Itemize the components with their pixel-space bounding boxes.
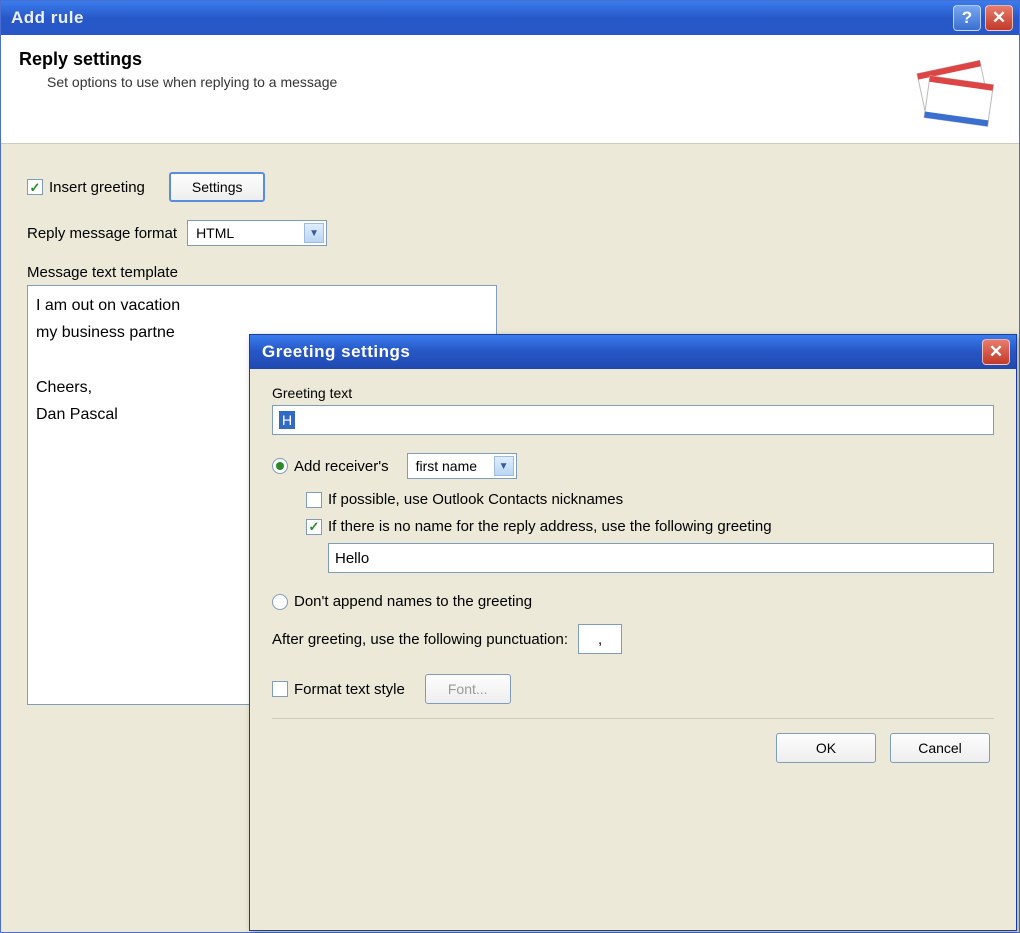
- outer-titlebar: Add rule ? ✕: [1, 1, 1019, 35]
- chevron-down-icon: ▼: [494, 456, 514, 476]
- add-receivers-radio[interactable]: [272, 458, 288, 474]
- greeting-text-value: H: [279, 411, 295, 429]
- nicknames-label: If possible, use Outlook Contacts nickna…: [328, 491, 623, 508]
- page-title: Reply settings: [19, 49, 901, 70]
- insert-greeting-checkbox[interactable]: [27, 179, 43, 195]
- add-receivers-label: Add receiver's: [294, 458, 389, 475]
- help-button[interactable]: ?: [953, 5, 981, 31]
- greeting-settings-button[interactable]: Settings: [169, 172, 266, 202]
- name-part-value: first name: [416, 458, 477, 474]
- greeting-settings-dialog: Greeting settings ✕ Greeting text H Add …: [249, 334, 1017, 931]
- noappend-radio[interactable]: [272, 594, 288, 610]
- ok-button[interactable]: OK: [776, 733, 876, 763]
- insert-greeting-label: Insert greeting: [49, 179, 145, 196]
- reply-format-select[interactable]: HTML ▼: [187, 220, 327, 246]
- punctuation-label: After greeting, use the following punctu…: [272, 631, 568, 648]
- reply-format-label: Reply message format: [27, 225, 177, 242]
- format-style-checkbox[interactable]: [272, 681, 288, 697]
- noname-greeting-input[interactable]: Hello: [328, 543, 994, 573]
- noname-label: If there is no name for the reply addres…: [328, 518, 772, 535]
- greeting-text-label: Greeting text: [272, 385, 994, 401]
- chevron-down-icon: ▼: [304, 223, 324, 243]
- cancel-button[interactable]: Cancel: [890, 733, 990, 763]
- envelope-icon: [901, 49, 1001, 129]
- font-button[interactable]: Font...: [425, 674, 511, 704]
- reply-format-value: HTML: [196, 225, 234, 241]
- punctuation-input[interactable]: ,: [578, 624, 622, 654]
- name-part-select[interactable]: first name ▼: [407, 453, 517, 479]
- greeting-text-input[interactable]: H: [272, 405, 994, 435]
- punctuation-value: ,: [598, 631, 602, 648]
- inner-close-button[interactable]: ✕: [982, 339, 1010, 365]
- format-style-label: Format text style: [294, 681, 405, 698]
- nicknames-checkbox[interactable]: [306, 492, 322, 508]
- dialog-header: Reply settings Set options to use when r…: [1, 35, 1019, 144]
- noappend-label: Don't append names to the greeting: [294, 593, 532, 610]
- template-label: Message text template: [27, 264, 993, 281]
- separator: [272, 718, 994, 719]
- noname-checkbox[interactable]: [306, 519, 322, 535]
- close-button[interactable]: ✕: [985, 5, 1013, 31]
- noname-greeting-value: Hello: [335, 550, 369, 567]
- page-subtitle: Set options to use when replying to a me…: [47, 74, 901, 90]
- inner-window-title: Greeting settings: [262, 342, 978, 362]
- inner-titlebar: Greeting settings ✕: [250, 335, 1016, 369]
- outer-window-title: Add rule: [11, 8, 949, 28]
